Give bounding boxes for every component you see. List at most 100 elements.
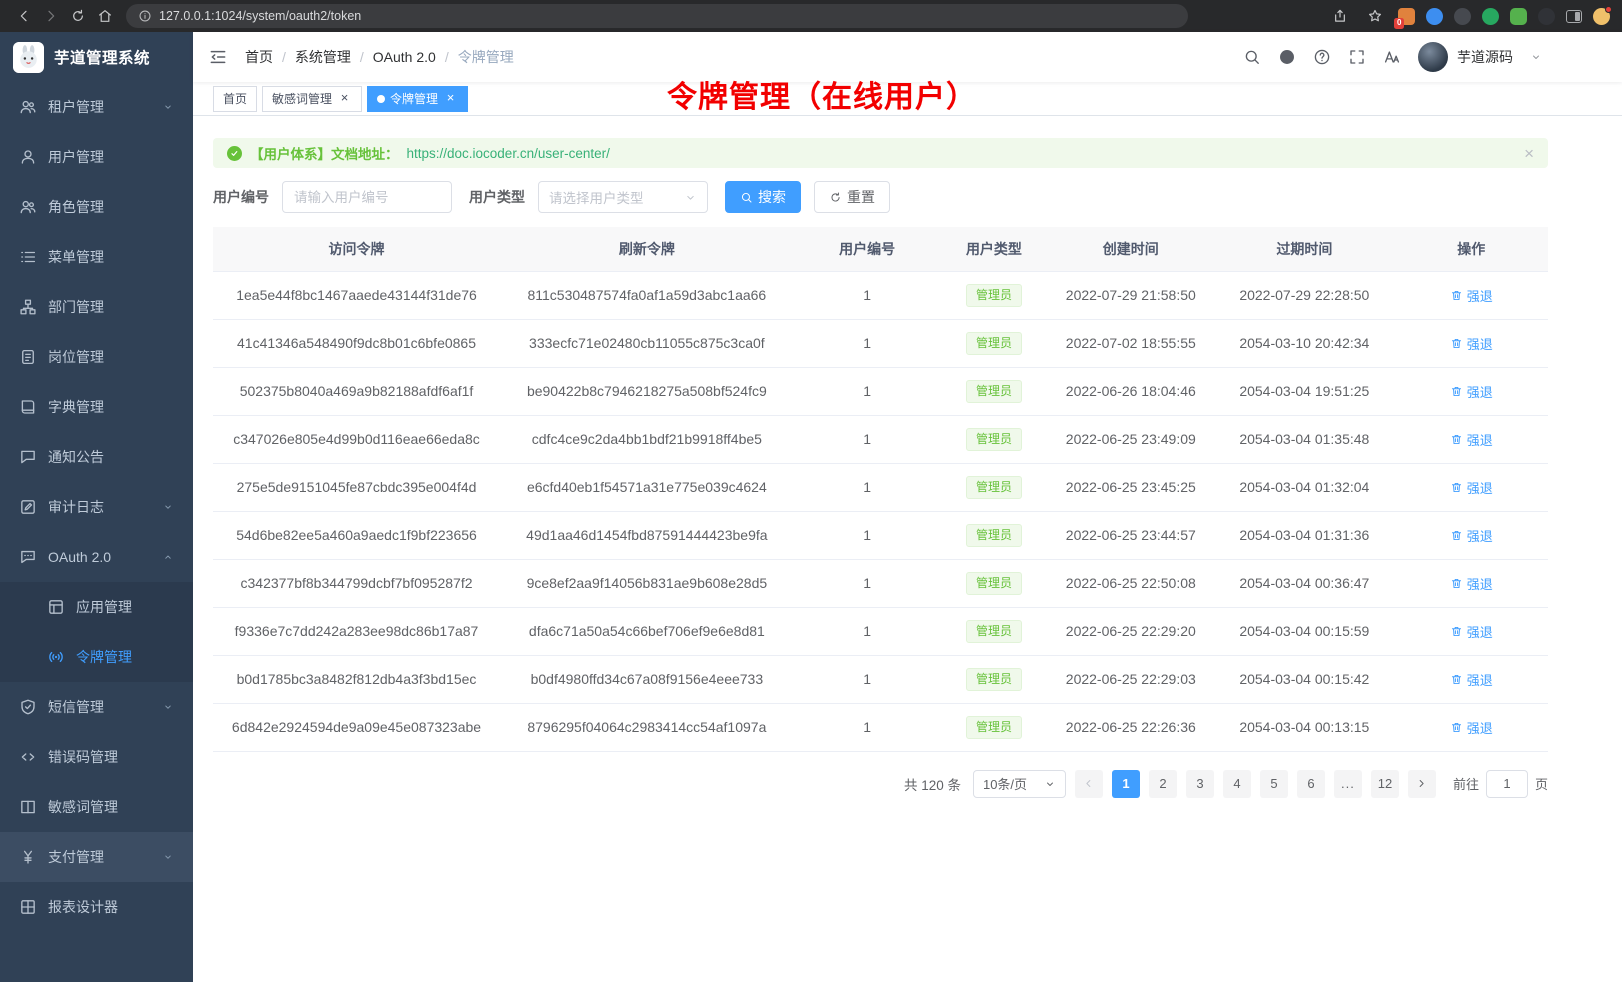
sidebar-item-notice[interactable]: 通知公告 (0, 432, 193, 482)
force-logout-button[interactable]: 强退 (1450, 478, 1493, 497)
expire-time-cell: 2054-03-04 00:36:47 (1214, 559, 1394, 607)
breadcrumb-item[interactable]: 系统管理 (295, 47, 351, 67)
force-logout-button[interactable]: 强退 (1450, 382, 1493, 401)
tab-home[interactable]: 首页 (213, 86, 257, 112)
page-button-2[interactable]: 2 (1149, 770, 1177, 798)
sidebar-item-post[interactable]: 岗位管理 (0, 332, 193, 382)
force-logout-button[interactable]: 强退 (1450, 430, 1493, 449)
extension-icon-3[interactable] (1454, 8, 1471, 25)
refresh-token-cell: 811c530487574fa0af1a59d3abc1aa66 (500, 271, 794, 319)
reset-button[interactable]: 重置 (814, 181, 890, 213)
user-id-cell: 1 (794, 511, 941, 559)
close-icon[interactable]: × (443, 91, 458, 106)
force-logout-button[interactable]: 强退 (1450, 334, 1493, 353)
browser-reload-icon[interactable] (66, 4, 90, 28)
page-button-6[interactable]: 6 (1297, 770, 1325, 798)
alert-text: 【用户体系】文档地址： (250, 143, 399, 163)
next-page-button[interactable] (1408, 770, 1436, 798)
user-id-cell: 1 (794, 319, 941, 367)
breadcrumb-item[interactable]: 首页 (245, 47, 273, 67)
extension-icon-1[interactable]: 0 (1398, 8, 1415, 25)
force-logout-button[interactable]: 强退 (1450, 574, 1493, 593)
shield-icon (19, 698, 37, 716)
user-avatar[interactable] (1418, 42, 1448, 72)
user-type-select[interactable]: 请选择用户类型 (538, 181, 708, 213)
force-logout-button[interactable]: 强退 (1450, 286, 1493, 305)
sidebar-item-role[interactable]: 角色管理 (0, 182, 193, 232)
sidebar-item-dict[interactable]: 字典管理 (0, 382, 193, 432)
extension-icon-6[interactable] (1538, 8, 1555, 25)
user-icon (19, 148, 37, 166)
table-row: c347026e805e4d99b0d116eae66eda8ccdfc4ce9… (213, 415, 1548, 463)
sidebar-item-pay[interactable]: 支付管理 (0, 832, 193, 882)
user-type-badge: 管理员 (966, 380, 1022, 403)
sidebar-toggle-icon[interactable] (1566, 10, 1582, 23)
app-logo[interactable]: 芋道管理系统 (0, 32, 193, 82)
goto-page-input[interactable] (1486, 770, 1528, 798)
fullscreen-icon[interactable] (1348, 48, 1366, 66)
user-type-badge: 管理员 (966, 284, 1022, 307)
yen-icon (19, 848, 37, 866)
force-logout-button[interactable]: 强退 (1450, 718, 1493, 737)
page-button-3[interactable]: 3 (1186, 770, 1214, 798)
page-button-4[interactable]: 4 (1223, 770, 1251, 798)
page-button-12[interactable]: 12 (1371, 770, 1399, 798)
bookmark-star-icon[interactable] (1363, 4, 1387, 28)
sidebar-item-sensitive-word[interactable]: 敏感词管理 (0, 782, 193, 832)
extension-icon-4[interactable] (1482, 8, 1499, 25)
sidebar-item-dept[interactable]: 部门管理 (0, 282, 193, 332)
share-icon[interactable] (1328, 4, 1352, 28)
logo-rabbit-avatar (13, 42, 44, 73)
tab-token[interactable]: 令牌管理× (367, 86, 468, 112)
prev-page-button[interactable] (1075, 770, 1103, 798)
sidebar-item-menu[interactable]: 菜单管理 (0, 232, 193, 282)
expire-time-cell: 2054-03-04 00:15:59 (1214, 607, 1394, 655)
browser-url-bar[interactable]: 127.0.0.1:1024/system/oauth2/token (126, 4, 1188, 28)
page-button-1[interactable]: 1 (1112, 770, 1140, 798)
sidebar-item-user[interactable]: 用户管理 (0, 132, 193, 182)
more-pages-button[interactable]: ... (1334, 770, 1362, 798)
refresh-token-cell: b0df4980ffd34c67a08f9156e4eee733 (500, 655, 794, 703)
chevron-down-icon (1044, 778, 1056, 790)
refresh-token-cell: e6cfd40eb1f54571a31e775e039c4624 (500, 463, 794, 511)
help-icon[interactable] (1313, 48, 1331, 66)
chevron-down-icon (162, 501, 174, 513)
browser-home-icon[interactable] (93, 4, 117, 28)
browser-back-icon[interactable] (12, 4, 36, 28)
sidebar-item-tenant[interactable]: 租户管理 (0, 82, 193, 132)
font-size-icon[interactable] (1383, 48, 1401, 66)
breadcrumb-item[interactable]: OAuth 2.0 (373, 49, 436, 65)
search-icon[interactable] (1243, 48, 1261, 66)
sidebar-item-error-code[interactable]: 错误码管理 (0, 732, 193, 782)
sidebar-item-oauth2-token[interactable]: 令牌管理 (0, 632, 193, 682)
github-icon[interactable] (1278, 48, 1296, 66)
tab-sensitive-word[interactable]: 敏感词管理× (262, 86, 362, 112)
extension-puzzle-icon[interactable] (1510, 8, 1527, 25)
search-button[interactable]: 搜索 (725, 181, 801, 213)
chevron-down-icon[interactable] (1530, 51, 1542, 63)
user-id-input[interactable] (282, 181, 452, 213)
close-icon[interactable]: × (1524, 145, 1534, 162)
access-token-cell: c347026e805e4d99b0d116eae66eda8c (213, 415, 500, 463)
doc-link[interactable]: https://doc.iocoder.cn/user-center/ (407, 146, 610, 161)
action-cell: 强退 (1394, 367, 1548, 415)
sidebar-item-oauth2-app[interactable]: 应用管理 (0, 582, 193, 632)
page-button-5[interactable]: 5 (1260, 770, 1288, 798)
force-logout-button[interactable]: 强退 (1450, 670, 1493, 689)
sidebar-item-audit-log[interactable]: 审计日志 (0, 482, 193, 532)
sidebar-item-oauth2[interactable]: OAuth 2.0 (0, 532, 193, 582)
user-name[interactable]: 芋道源码 (1457, 47, 1513, 67)
force-logout-button[interactable]: 强退 (1450, 622, 1493, 641)
site-info-icon[interactable] (138, 9, 152, 23)
extension-icon-2[interactable] (1426, 8, 1443, 25)
close-icon[interactable]: × (337, 91, 352, 106)
sidebar-item-report-designer[interactable]: 报表设计器 (0, 882, 193, 932)
collapse-menu-icon[interactable] (208, 47, 228, 67)
page-size-select[interactable]: 10条/页 (973, 770, 1066, 798)
arrow-left-icon (1082, 777, 1095, 790)
force-logout-button[interactable]: 强退 (1450, 526, 1493, 545)
browser-profile-avatar[interactable] (1593, 8, 1610, 25)
action-cell: 强退 (1394, 415, 1548, 463)
browser-forward-icon[interactable] (39, 4, 63, 28)
sidebar-item-sms[interactable]: 短信管理 (0, 682, 193, 732)
